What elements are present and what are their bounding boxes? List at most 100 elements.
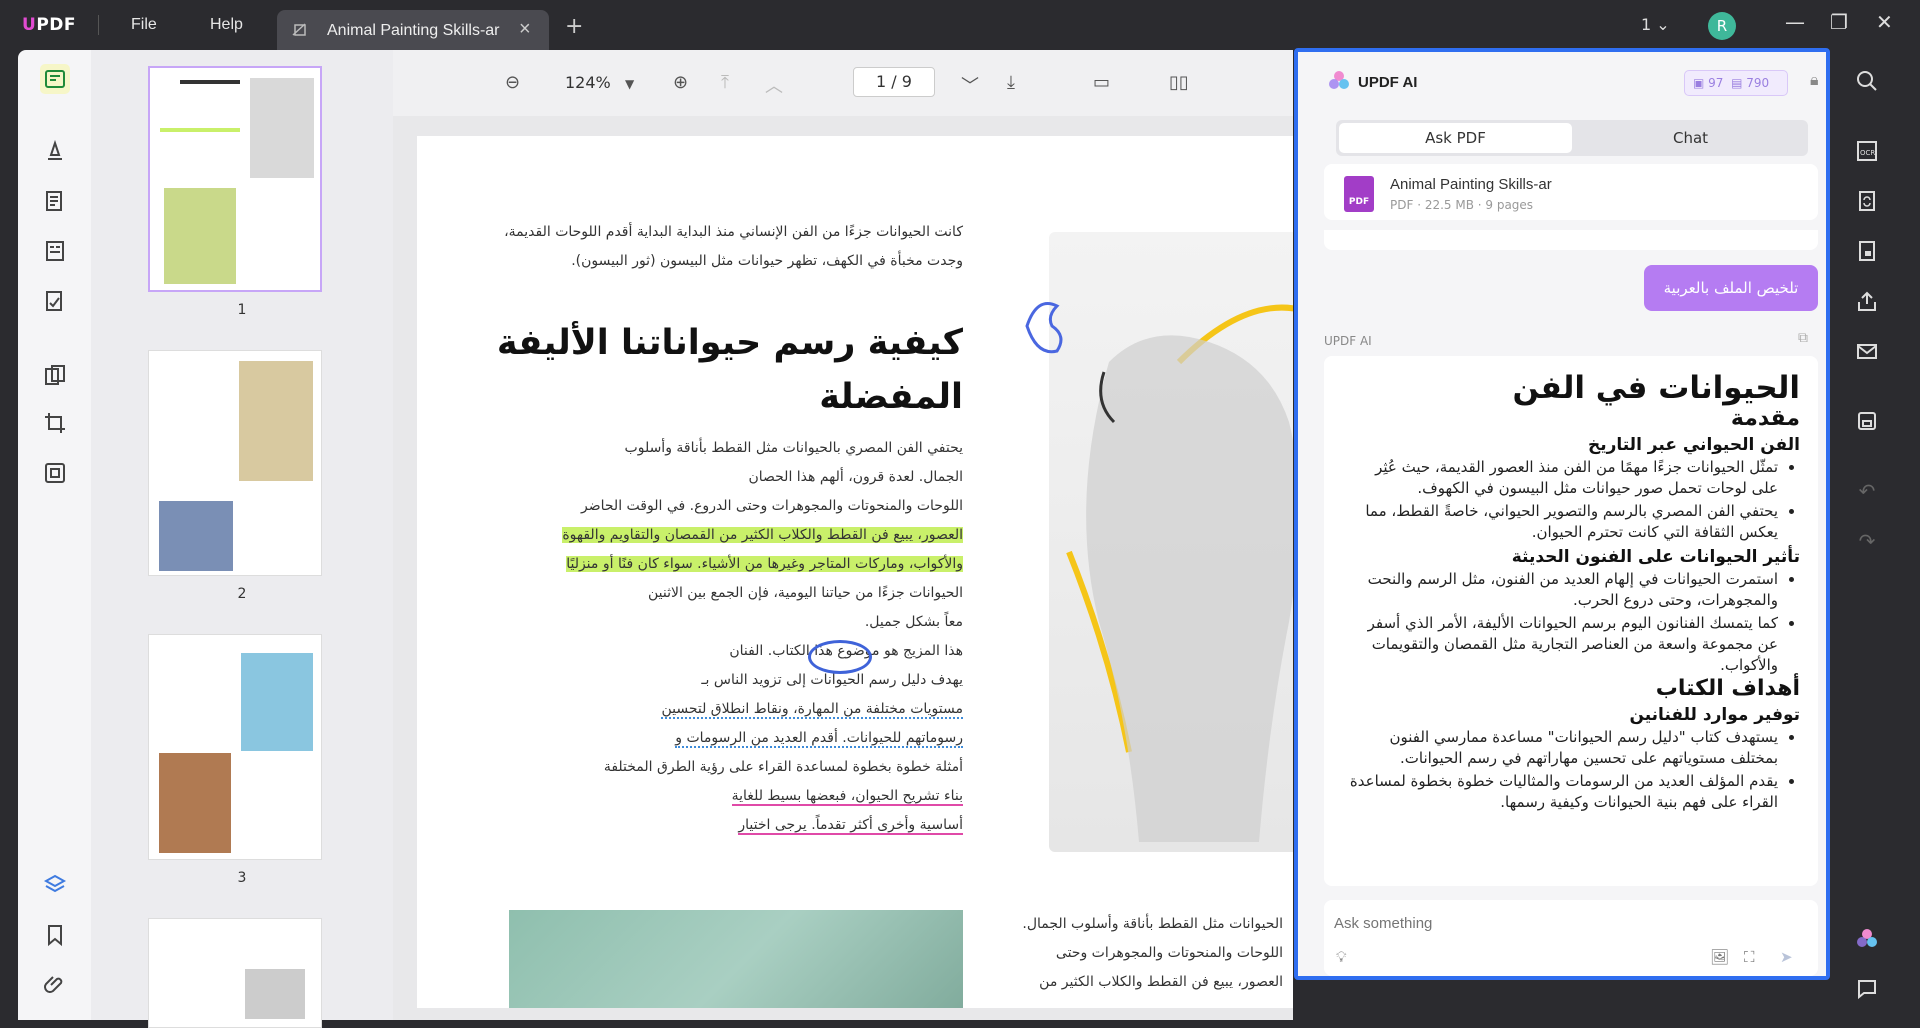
updf-ai-icon[interactable] [1850,922,1884,956]
document-tab-icon [291,22,309,43]
ask-box: 💡︎ 🖼︎ ⛶ ➤ [1324,900,1818,976]
avatar[interactable]: R [1708,12,1736,40]
answer-subheading: تأثير الحيوانات على الفنون الحديثة [1511,547,1800,567]
share-icon[interactable] [1850,284,1884,318]
attachment-icon[interactable] [40,970,70,1000]
butterfly-icon [1025,302,1063,354]
thumbnail-number: 2 [237,586,247,602]
ask-input[interactable] [1334,912,1794,934]
search-icon[interactable] [1850,64,1884,98]
copy-icon[interactable]: ⧉ [1798,330,1808,346]
thumbnail-page-1[interactable] [148,66,322,292]
first-page-icon[interactable]: ⤒ [721,72,729,93]
answer-bullet: يستهدف كتاب "دليل رسم الحيوانات" مساعدة … [1344,727,1779,769]
layers-icon[interactable] [40,870,70,900]
left-toolbar [18,50,91,1020]
presentation-icon[interactable]: ▭ [1093,72,1110,93]
user-prompt-bubble: تلخيص الملف بالعربية [1644,265,1818,311]
answer-section-heading: مقدمة [1730,406,1800,431]
bookmark-icon[interactable] [40,920,70,950]
add-tab-icon[interactable]: + [565,14,583,39]
document-tab[interactable]: Animal Painting Skills-ar × [277,10,549,50]
comments-panel-icon[interactable] [1850,972,1884,1006]
reader-icon[interactable] [40,64,70,94]
thumbnail-page-4[interactable] [148,918,322,1028]
answer-bullet: استمرت الحيوانات في إلهام العديد من الفن… [1344,569,1778,611]
protect-icon[interactable] [1850,234,1884,268]
close-window-icon[interactable]: ✕ [1876,10,1893,34]
answer-subheading: الفن الحيواني عبر التاريخ [1587,435,1800,455]
file-name: Animal Painting Skills-ar [1390,176,1552,193]
body-paragraph: يحتفي الفن المصري بالحيوانات مثل القطط ب… [562,440,963,835]
minimize-icon[interactable]: — [1785,10,1805,34]
lightbulb-icon[interactable]: 💡︎ [1336,948,1347,966]
credits-badge[interactable]: ▣ 97 ▤ 790 [1684,70,1788,96]
updf-ai-logo-icon [1328,70,1350,96]
thumbnail-panel: 1 2 3 [91,50,393,1028]
plant-image [509,910,963,1008]
right-column-text: الحيوانات مثل القطط بأناقة وأسلوب الجمال… [1022,916,1283,990]
svg-text:OCR: OCR [1860,149,1875,157]
dog-illustration [1049,232,1293,852]
maximize-icon[interactable]: ❐ [1830,10,1848,34]
ai-title: UPDF AI [1358,74,1418,91]
ai-answer: الحيوانات في الفن مقدمة الفن الحيواني عب… [1324,356,1818,886]
page-number-field[interactable]: 1 / 9 [853,67,935,97]
tab-chat[interactable]: Chat [1576,123,1805,153]
thumbnail-page-3[interactable] [148,634,322,860]
undo-icon[interactable]: ↶ [1850,474,1884,508]
organize-pages-icon[interactable] [40,360,70,390]
intro-paragraph: كانت الحيوانات جزءًا من الفن الإنساني من… [504,224,963,269]
send-icon[interactable]: ➤ [1780,948,1793,966]
zoom-dropdown-icon[interactable]: ▼ [625,77,634,91]
convert-icon[interactable] [1850,184,1884,218]
menu-file[interactable]: File [131,16,157,34]
circle-annotation[interactable] [808,640,872,674]
answer-bullet: يقدم المؤلف العديد من الرسومات والمثاليا… [1344,771,1778,813]
answer-bullet: تمثّل الحيوانات جزءًا مهمًا من الفن منذ … [1344,457,1778,499]
next-page-icon[interactable]: ﹀ [961,72,979,98]
thumbnail-number: 3 [237,870,247,886]
tab-ask-pdf[interactable]: Ask PDF [1339,123,1572,153]
zoom-in-icon[interactable]: ⊕ [673,72,688,93]
page-tools-icon[interactable] [40,458,70,488]
file-meta: PDF · 22.5 MB · 9 pages [1390,198,1534,212]
pdf-page: كانت الحيوانات جزءًا من الفن الإنساني من… [417,136,1293,1008]
lock-icon[interactable]: 🔒︎ [1810,70,1819,90]
previous-page-icon[interactable]: ︿ [765,72,783,98]
edit-pdf-icon[interactable] [40,186,70,216]
zoom-level[interactable]: 124% [565,73,611,92]
title-bar: UPDF File Help Animal Painting Skills-ar… [0,0,1920,50]
form-icon[interactable] [40,236,70,266]
redo-icon[interactable]: ↷ [1850,524,1884,558]
updf-logo: UPDF [22,15,76,35]
comment-icon[interactable] [40,136,70,166]
crop-icon[interactable] [40,408,70,438]
zoom-out-icon[interactable]: ⊖ [505,72,520,93]
menu-help[interactable]: Help [210,16,243,34]
answer-title: الحيوانات في الفن [1512,370,1800,406]
save-icon[interactable] [1850,404,1884,438]
thumbnail-number: 1 [237,302,247,318]
ocr-icon[interactable]: OCR [1850,134,1884,168]
close-tab-icon[interactable]: × [519,18,531,41]
document-toolbar: ⊖ 124% ▼ ⊕ ⤒ ︿ 1 / 9 ﹀ ⤓ ▭ ▯▯ [393,50,1293,116]
fill-sign-icon[interactable] [40,286,70,316]
last-page-icon[interactable]: ⤓ [1007,72,1015,93]
page-heading: كيفية رسم حيواناتنا الأليفة المفضلة [496,323,963,417]
window-selector[interactable]: 1 ⌄ [1641,15,1670,34]
ai-mode-switch: Ask PDF Chat [1336,120,1808,156]
pdf-file-icon: PDF [1344,176,1374,212]
file-card[interactable]: PDF Animal Painting Skills-ar PDF · 22.5… [1324,164,1818,220]
page-layout-icon[interactable]: ▯▯ [1169,72,1189,93]
screenshot-crop-icon[interactable]: ⛶ [1744,948,1755,966]
answer-subheading: توفير موارد للفنانين [1629,705,1800,725]
image-upload-icon[interactable]: 🖼︎ [1710,948,1729,966]
document-tab-label: Animal Painting Skills-ar [327,22,500,39]
answer-bullet: كما يتمسك الفنانون اليوم برسم الحيوانات … [1344,613,1778,676]
email-icon[interactable] [1850,334,1884,368]
thumbnail-page-2[interactable] [148,350,322,576]
answer-bullet: يحتفي الفن المصري بالرسم والتصوير الحيوا… [1344,501,1778,543]
ai-response-label: UPDF AI [1324,334,1372,348]
answer-section-heading: أهداف الكتاب [1655,676,1800,701]
